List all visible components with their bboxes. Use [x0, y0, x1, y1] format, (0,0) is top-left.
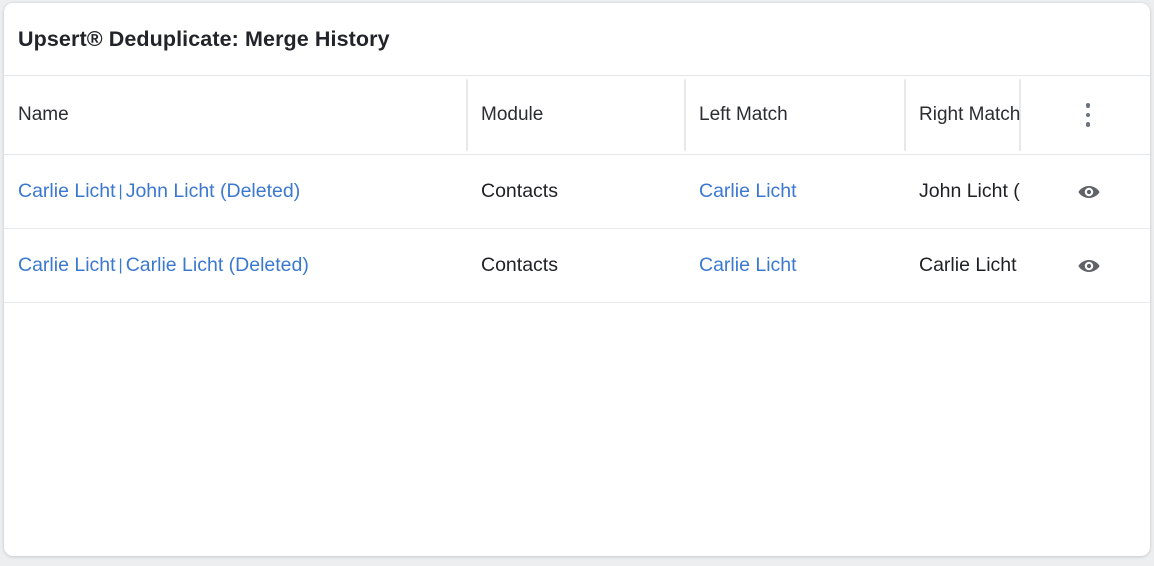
column-header-left-match-label: Left Match: [699, 104, 788, 125]
merge-name-link-left[interactable]: Carlie Licht: [18, 180, 116, 203]
name-separator: |: [118, 182, 123, 200]
merge-name-link-right[interactable]: Carlie Licht (Deleted): [126, 254, 309, 277]
column-header-module-label: Module: [481, 104, 544, 125]
row-left-match-cell: Carlie Licht: [685, 229, 905, 302]
merge-history-table: Name Module Left Match Right Match Carli…: [4, 76, 1150, 303]
row-module-cell: Contacts: [467, 155, 685, 228]
row-right-match-cell: Carlie Licht (Deleted): [905, 229, 1020, 302]
merge-name-link-right[interactable]: John Licht (Deleted): [126, 180, 301, 203]
right-match-value: Carlie Licht (Deleted): [919, 254, 1020, 276]
row-left-match-cell: Carlie Licht: [685, 155, 905, 228]
merge-name-link-left[interactable]: Carlie Licht: [18, 254, 116, 277]
merge-history-card: Upsert® Deduplicate: Merge History Name …: [4, 3, 1150, 556]
column-header-actions: [1020, 76, 1150, 154]
page-title: Upsert® Deduplicate: Merge History: [18, 26, 390, 51]
column-header-right-match-label: Right Match: [919, 104, 1020, 125]
row-module-cell: Contacts: [467, 229, 685, 302]
right-match-value: John Licht (Deleted): [919, 180, 1020, 202]
left-match-link[interactable]: Carlie Licht: [699, 180, 797, 203]
name-separator: |: [118, 256, 123, 274]
row-action-cell: [1020, 229, 1150, 302]
eye-icon[interactable]: [1077, 254, 1101, 278]
column-header-left-match[interactable]: Left Match: [685, 76, 905, 154]
eye-icon[interactable]: [1077, 180, 1101, 204]
table-row[interactable]: Carlie Licht | John Licht (Deleted) Cont…: [4, 155, 1150, 229]
module-value: Contacts: [481, 180, 558, 202]
column-header-name[interactable]: Name: [4, 76, 467, 154]
row-name-cell: Carlie Licht | John Licht (Deleted): [4, 155, 467, 228]
card-header: Upsert® Deduplicate: Merge History: [4, 3, 1150, 76]
table-header-row: Name Module Left Match Right Match: [4, 76, 1150, 155]
row-name-cell: Carlie Licht | Carlie Licht (Deleted): [4, 229, 467, 302]
column-header-right-match[interactable]: Right Match: [905, 76, 1020, 154]
row-action-cell: [1020, 155, 1150, 228]
column-header-module[interactable]: Module: [467, 76, 685, 154]
kebab-menu-icon[interactable]: [1077, 102, 1099, 128]
row-right-match-cell: John Licht (Deleted): [905, 155, 1020, 228]
module-value: Contacts: [481, 254, 558, 276]
left-match-link[interactable]: Carlie Licht: [699, 254, 797, 277]
table-row[interactable]: Carlie Licht | Carlie Licht (Deleted) Co…: [4, 229, 1150, 303]
column-header-name-label: Name: [18, 104, 69, 125]
